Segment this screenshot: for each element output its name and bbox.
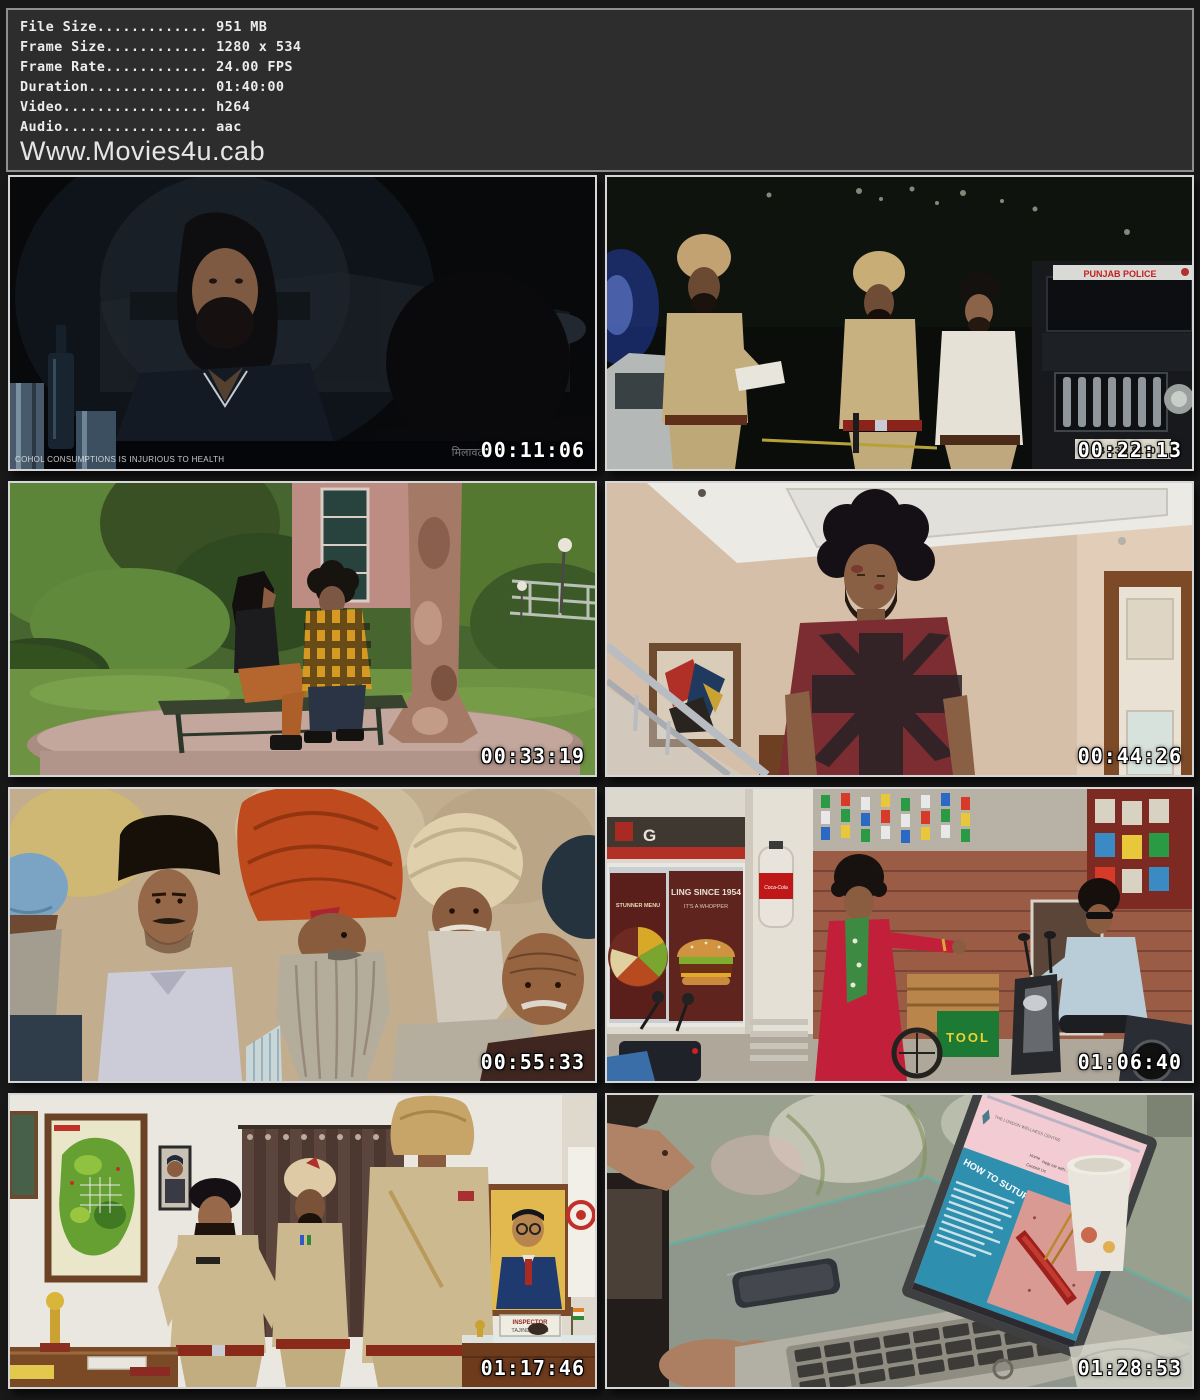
info-value: h264 <box>216 99 250 115</box>
timestamp-badge: 00:11:06 <box>481 438 585 462</box>
screenshot-thumb-4[interactable]: 00:44:26 <box>605 481 1194 777</box>
timestamp-badge: 01:28:53 <box>1078 1356 1182 1380</box>
info-value: aac <box>216 119 242 135</box>
brass-trophy <box>50 1309 60 1345</box>
timestamp-badge: 00:55:33 <box>481 1050 585 1074</box>
info-dots: ............ <box>105 39 207 55</box>
ambedkar-portrait <box>488 1187 568 1313</box>
street-market-scene-art: G STUNNER MENU LING SINCE 1954 IT'S A WH… <box>607 789 1192 1081</box>
screenshot-thumb-8[interactable]: THE LONDON WELLNESS CENTRE Home Help me … <box>605 1093 1194 1389</box>
info-row-video: Video................. h264 <box>20 97 1182 117</box>
screenshot-thumb-5[interactable]: 00:55:33 <box>8 787 597 1083</box>
bar-night-scene-art <box>10 177 595 469</box>
info-dots: ................. <box>63 119 208 135</box>
info-value: 24.00 FPS <box>216 59 293 75</box>
timestamp-badge: 00:22:13 <box>1078 438 1182 462</box>
screenshot-thumb-3[interactable]: 00:33:19 <box>8 481 597 777</box>
screenshot-thumb-2[interactable]: PUNJAB POLICE PB 23D 9170 <box>605 175 1194 471</box>
laptop-scene-art: THE LONDON WELLNESS CENTRE Home Help me … <box>607 1095 1192 1387</box>
tool-sign: TOOL <box>946 1030 990 1045</box>
punjab-police-sign: PUNJAB POLICE <box>1083 269 1156 279</box>
info-label: Frame Size <box>20 39 105 55</box>
info-row-file-size: File Size............. 951 MB <box>20 17 1182 37</box>
staircase-scene-art <box>607 483 1192 775</box>
sunglasses <box>1086 912 1113 919</box>
info-dots: ............. <box>97 19 208 35</box>
info-label: Audio <box>20 119 63 135</box>
screenshot-thumb-6[interactable]: G STUNNER MENU LING SINCE 1954 IT'S A WH… <box>605 787 1194 1083</box>
media-info-panel: File Size............. 951 MB Frame Size… <box>6 8 1194 172</box>
stunner-menu-text: STUNNER MENU <box>616 903 660 909</box>
info-dots: .............. <box>88 79 207 95</box>
green-dupatta <box>845 917 869 1003</box>
coca-cola-standee: Coca-Cola <box>759 841 793 927</box>
small-portrait-frame <box>160 1147 190 1209</box>
map-frame <box>48 1117 144 1279</box>
health-warning-caption: COHOL CONSUMPTIONS IS INJURIOUS TO HEALT… <box>15 455 224 464</box>
ticker-watermark: मिलावट <box>452 445 483 460</box>
info-label: File Size <box>20 19 97 35</box>
site-watermark: Www.Movies4u.cab <box>20 137 1182 166</box>
small-frame-left <box>10 1113 36 1197</box>
coca-cola-logo: Coca-Cola <box>764 885 788 891</box>
police-logo-poster <box>568 1147 595 1297</box>
since-1954-text: LING SINCE 1954 <box>671 887 741 897</box>
info-value: 1280 x 534 <box>216 39 301 55</box>
police-office-scene-art: INSPECTOR TAJINDER SIN <box>10 1095 595 1387</box>
screenshot-thumb-1[interactable]: COHOL CONSUMPTIONS IS INJURIOUS TO HEALT… <box>8 175 597 471</box>
park-bench-scene-art <box>10 483 595 775</box>
timestamp-badge: 01:06:40 <box>1078 1050 1182 1074</box>
info-row-audio: Audio................. aac <box>20 117 1182 137</box>
queue-pole <box>853 413 859 453</box>
info-row-duration: Duration.............. 01:40:00 <box>20 77 1182 97</box>
info-dots: ............ <box>105 59 207 75</box>
gold-bangles <box>943 939 945 951</box>
sign-letter-g: G <box>643 826 656 845</box>
info-label: Video <box>20 99 63 115</box>
info-label: Frame Rate <box>20 59 105 75</box>
screenshot-thumb-7[interactable]: INSPECTOR TAJINDER SIN 01:17:46 <box>8 1093 597 1389</box>
timestamp-badge: 01:17:46 <box>481 1356 585 1380</box>
info-value: 01:40:00 <box>216 79 284 95</box>
white-cup <box>1067 1155 1131 1271</box>
crowd-scene-art <box>10 789 595 1081</box>
timestamp-badge: 00:44:26 <box>1078 744 1182 768</box>
police-night-scene-art: PUNJAB POLICE PB 23D 9170 <box>607 177 1192 469</box>
movie-screenshots-page: File Size............. 951 MB Frame Size… <box>0 0 1200 1400</box>
info-dots: ................. <box>63 99 208 115</box>
info-row-frame-rate: Frame Rate............ 24.00 FPS <box>20 57 1182 77</box>
info-label: Duration <box>20 79 88 95</box>
whopper-text: IT'S A WHOPPER <box>684 904 728 910</box>
timestamp-badge: 00:33:19 <box>481 744 585 768</box>
burger-storefront: G STUNNER MENU LING SINCE 1954 IT'S A WH… <box>607 789 747 1034</box>
info-value: 951 MB <box>216 19 267 35</box>
info-row-frame-size: Frame Size............ 1280 x 534 <box>20 37 1182 57</box>
